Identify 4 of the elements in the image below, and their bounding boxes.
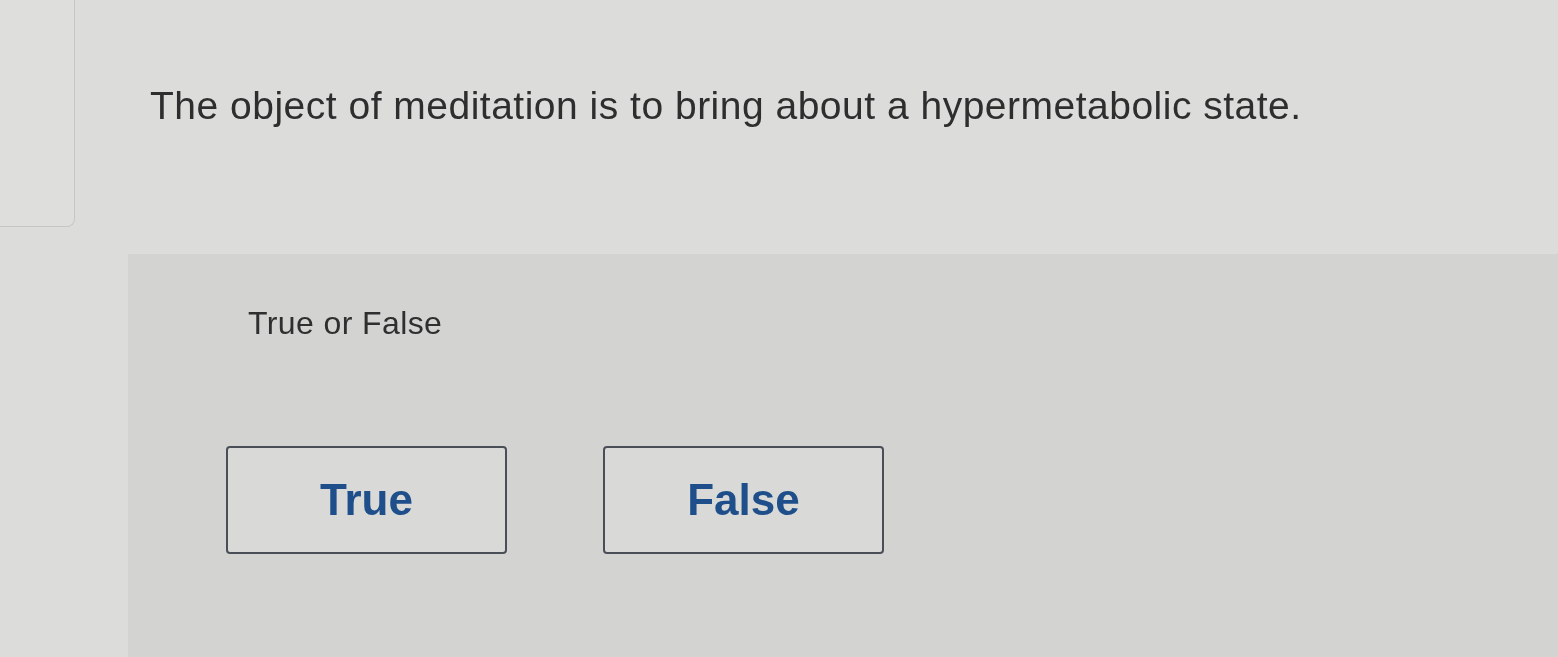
answer-button[interactable]: False (603, 446, 884, 554)
instruction-text: True or False (248, 304, 443, 342)
answer-button[interactable]: True (226, 446, 507, 554)
question-text: The object of meditation is to bring about a hypermetabolic state. (150, 83, 1302, 129)
